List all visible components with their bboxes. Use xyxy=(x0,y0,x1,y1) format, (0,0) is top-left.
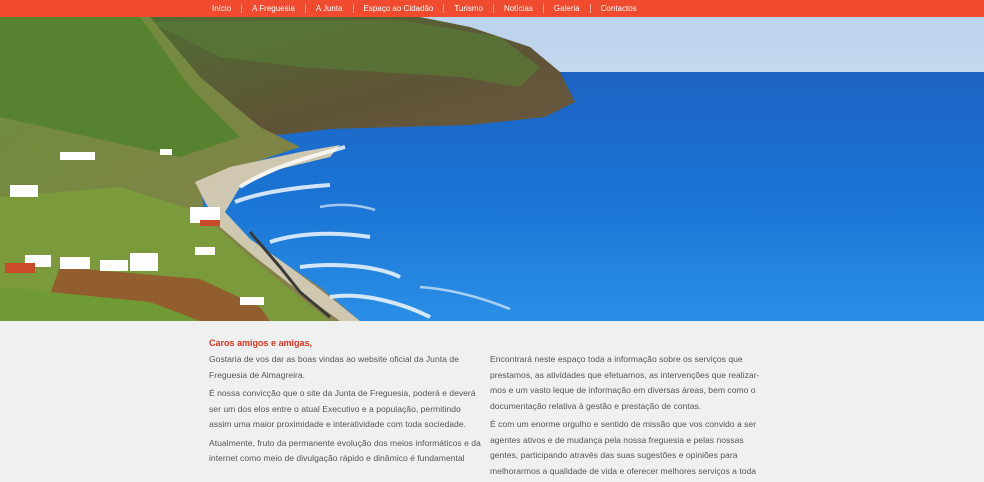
welcome-heading: Caros amigos e amigas, xyxy=(209,338,313,348)
nav-item-noticias[interactable]: Notícias xyxy=(492,4,543,13)
welcome-left-column: Caros amigos e amigas, Gostaria de vos d… xyxy=(209,337,481,470)
nav-item-junta[interactable]: A Junta xyxy=(304,4,353,13)
welcome-paragraph: Encontrará neste espaço toda a informaçã… xyxy=(490,354,760,411)
welcome-paragraph: Atualmente, fruto da permanente evolução… xyxy=(209,437,481,464)
nav-item-galeria[interactable]: Galeria xyxy=(542,4,590,13)
hero-banner-image xyxy=(0,17,984,321)
nav-item-inicio[interactable]: Início xyxy=(202,4,241,13)
landscape-photo xyxy=(0,17,984,321)
welcome-paragraph: É nossa convicção que o site da Junta de… xyxy=(209,388,476,429)
welcome-paragraph: Gostaria de vos dar as boas vindas ao we… xyxy=(209,354,459,380)
nav-item-contactos[interactable]: Contactos xyxy=(589,4,647,13)
nav-item-freguesia[interactable]: A Freguesia xyxy=(241,4,305,13)
welcome-right-column: Encontrará neste espaço toda a informaçã… xyxy=(490,352,762,482)
nav-item-turismo[interactable]: Turismo xyxy=(443,4,493,13)
main-navigation: Início A Freguesia A Junta Espaço ao Cid… xyxy=(0,0,984,17)
nav-item-espaco-cidadao[interactable]: Espaço ao Cidadão xyxy=(352,4,444,13)
